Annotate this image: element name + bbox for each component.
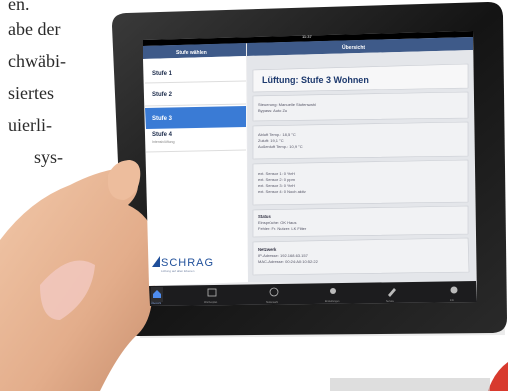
status-time: 11:37 xyxy=(302,34,312,39)
gear-icon xyxy=(330,288,336,294)
card-line: MAC-Adresse: 00:24:A0:10:52:22 xyxy=(258,259,319,264)
tab-label: Info xyxy=(450,299,455,302)
card-line: Netzwerk xyxy=(258,247,277,252)
tab-label: Stufenwahl xyxy=(266,301,278,304)
tab-label: Einstellungen xyxy=(325,300,340,303)
card-line: Einsprüche: OK Haus xyxy=(258,220,296,225)
sidebar-item-subtitle: Intensivlüftung xyxy=(152,140,175,144)
card-line: ext. Sensor 3: 0 %rH xyxy=(258,183,295,188)
card-line: ext. Sensor 1: 0 %rH xyxy=(258,171,295,176)
sidebar-item-label: Stufe 1 xyxy=(152,71,173,77)
sidebar-item-label: Stufe 3 xyxy=(152,116,173,122)
sidebar-title: Stufe wählen xyxy=(176,50,207,56)
tab-label: Übersicht xyxy=(151,302,161,305)
network-card: Netzwerk IP-Adresse: 192.168.63.157 MAC-… xyxy=(252,237,470,276)
main-title: Übersicht xyxy=(342,44,365,51)
status-card: Status Einsprüche: OK Haus Fehler: Fr. N… xyxy=(252,205,469,238)
logo-tagline: Lüftung auf allen Ebenen xyxy=(161,269,195,273)
sensor-card: ext. Sensor 1: 0 %rH ext. Sensor 2: 0 pp… xyxy=(252,159,469,206)
tab-label: Service xyxy=(386,300,395,303)
card-line: ext. Sensor 4: 0 Noch aktiv xyxy=(258,189,306,194)
logo-text: SCHRAG xyxy=(161,257,214,269)
card-line: Zuluft: 19,1 °C xyxy=(258,138,284,143)
card-line: Abluft Temp.: 18,5 °C xyxy=(258,132,296,137)
card-line: IP-Adresse: 192.168.63.157 xyxy=(258,253,309,258)
temperature-card: Abluft Temp.: 18,5 °C Zuluft: 19,1 °C Au… xyxy=(252,121,469,160)
card-line: Fehler: Fr. Nutzer: LK Filter xyxy=(258,226,307,231)
sidebar-item-label: Stufe 4 xyxy=(152,132,173,138)
card-line: Außenluft Temp.: 10,9 °C xyxy=(258,144,303,149)
card-line: Bypass: Auto Zu xyxy=(258,108,287,113)
main-heading: Lüftung: Stufe 3 Wohnen xyxy=(262,75,369,85)
control-card: Steuerung: Manuelle Stufenwahl Bypass: A… xyxy=(252,91,469,122)
tab-label: Wochenplan xyxy=(204,301,218,304)
sidebar-item-stufe-3[interactable]: Stufe 3 xyxy=(145,106,246,129)
info-icon xyxy=(450,286,458,294)
card-line: Steuerung: Manuelle Stufenwahl xyxy=(258,102,316,107)
sidebar-item-label: Stufe 2 xyxy=(152,92,173,98)
card-line: ext. Sensor 2: 0 ppm xyxy=(258,177,296,182)
tablet-ui: 11:37 Stufe wählen Übersicht Stufe 1 Stu… xyxy=(143,31,477,306)
card-line: Status xyxy=(258,214,271,219)
